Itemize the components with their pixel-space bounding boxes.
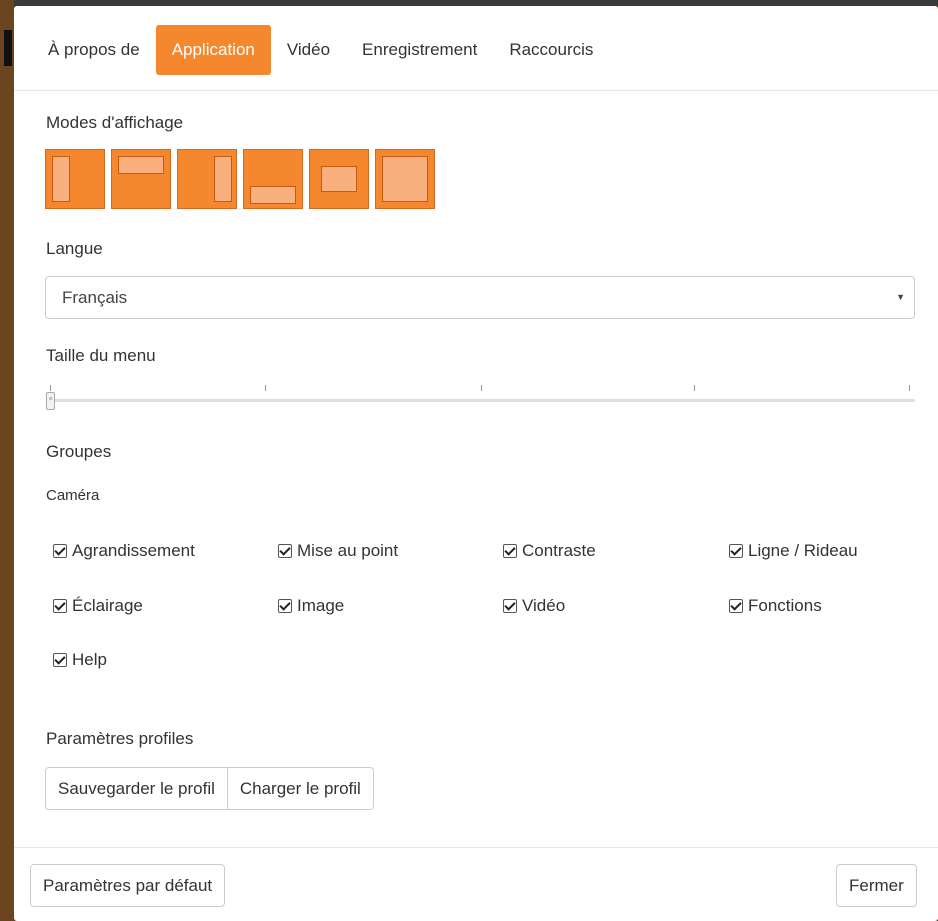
reset-defaults-button[interactable]: Paramètres par défaut — [30, 864, 226, 907]
checkbox-image[interactable]: Image — [278, 596, 344, 616]
checkbox-label: Mise au point — [297, 541, 399, 560]
checkbox-contraste[interactable]: Contraste — [503, 541, 596, 561]
tab-bar: À propos de Application Vidéo Enregistre… — [32, 25, 609, 75]
background-app-edge — [0, 0, 14, 921]
checkbox-label: Vidéo — [522, 596, 566, 615]
mode-top-panel-button[interactable] — [111, 149, 171, 209]
checkbox-fonctions[interactable]: Fonctions — [729, 596, 822, 616]
mode-left-panel-button[interactable] — [45, 149, 105, 209]
checkbox-checked-icon — [278, 599, 292, 613]
checkbox-label: Fonctions — [748, 596, 822, 615]
menu-size-slider-track[interactable] — [49, 399, 915, 402]
checkbox-label: Contraste — [522, 541, 596, 560]
checkbox-mise-au-point[interactable]: Mise au point — [278, 541, 398, 561]
profiles-label: Paramètres profiles — [46, 729, 194, 748]
checkbox-help[interactable]: Help — [53, 650, 107, 670]
header-divider — [14, 90, 938, 91]
checkbox-video[interactable]: Vidéo — [503, 596, 565, 616]
checkbox-checked-icon — [503, 599, 517, 613]
save-profile-button[interactable]: Sauvegarder le profil — [45, 767, 228, 810]
load-profile-button[interactable]: Charger le profil — [227, 767, 374, 810]
language-select-value: Français — [62, 288, 128, 307]
slider-tick — [909, 385, 910, 391]
mode-center-window-button[interactable] — [309, 149, 369, 209]
background-marker — [4, 30, 12, 66]
tab-about[interactable]: À propos de — [32, 25, 156, 75]
footer-divider — [14, 847, 938, 848]
close-button[interactable]: Fermer — [836, 864, 917, 907]
profile-button-group: Sauvegarder le profil Charger le profil — [45, 767, 374, 810]
mode-full-button[interactable] — [375, 149, 435, 209]
menu-size-label: Taille du menu — [46, 346, 156, 365]
checkbox-checked-icon — [729, 599, 743, 613]
menu-size-slider-handle[interactable]: ≡ — [46, 392, 55, 410]
checkbox-agrandissement[interactable]: Agrandissement — [53, 541, 195, 561]
checkbox-label: Ligne / Rideau — [748, 541, 858, 560]
chevron-down-icon: ▼ — [896, 292, 905, 302]
checkbox-eclairage[interactable]: Éclairage — [53, 596, 143, 616]
checkbox-checked-icon — [53, 599, 67, 613]
checkbox-label: Image — [297, 596, 345, 615]
tab-shortcuts[interactable]: Raccourcis — [493, 25, 609, 75]
mode-bottom-panel-button[interactable] — [243, 149, 303, 209]
checkbox-checked-icon — [729, 544, 743, 558]
checkbox-checked-icon — [503, 544, 517, 558]
tab-video[interactable]: Vidéo — [271, 25, 346, 75]
display-modes-label: Modes d'affichage — [46, 113, 184, 132]
checkbox-label: Agrandissement — [72, 541, 195, 560]
checkbox-checked-icon — [53, 544, 67, 558]
tab-application[interactable]: Application — [155, 25, 271, 75]
checkbox-label: Éclairage — [72, 596, 143, 615]
checkbox-ligne-rideau[interactable]: Ligne / Rideau — [729, 541, 858, 561]
language-select[interactable]: Français ▼ — [45, 276, 915, 319]
slider-tick — [50, 385, 51, 391]
checkbox-label: Help — [72, 650, 107, 669]
display-modes — [45, 149, 441, 209]
checkbox-checked-icon — [53, 653, 67, 667]
checkbox-checked-icon — [278, 544, 292, 558]
settings-dialog: À propos de Application Vidéo Enregistre… — [14, 6, 938, 921]
groups-label: Groupes — [46, 442, 112, 461]
tab-recording[interactable]: Enregistrement — [346, 25, 493, 75]
slider-tick — [694, 385, 695, 391]
slider-tick — [265, 385, 266, 391]
mode-right-panel-button[interactable] — [177, 149, 237, 209]
language-label: Langue — [46, 239, 103, 258]
camera-sublabel: Caméra — [46, 487, 100, 504]
slider-tick — [481, 385, 482, 391]
